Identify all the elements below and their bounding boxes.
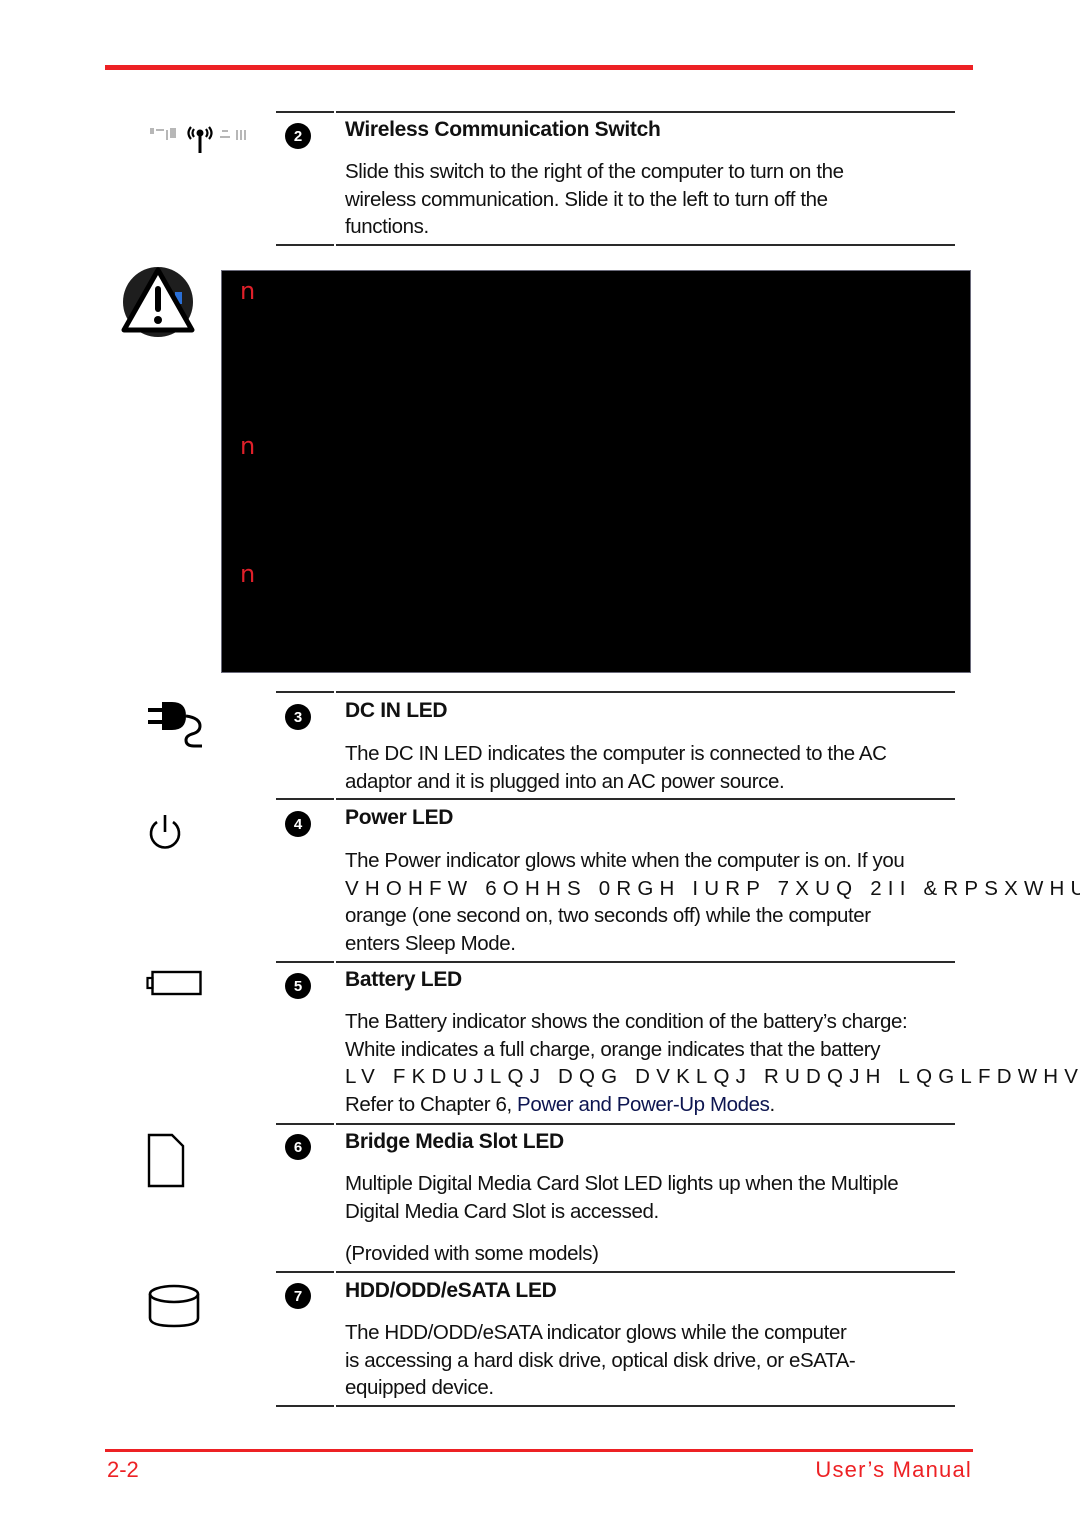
hard-disk-icon — [146, 1282, 202, 1335]
item-description: The DC IN LED indicates the computer is … — [345, 742, 887, 793]
table-rule — [276, 244, 334, 246]
dc-in-plug-icon — [146, 700, 208, 755]
item-number-badge: 5 — [285, 973, 311, 999]
item-description: The Power indicator glows white when the… — [345, 849, 1080, 955]
item-number-badge: 7 — [285, 1283, 311, 1309]
footer-rule — [105, 1449, 973, 1452]
item-title: Battery LED — [345, 968, 462, 991]
page-number: 2-2 — [107, 1457, 139, 1482]
manual-title: User’s Manual — [815, 1457, 972, 1482]
item-description: The HDD/ODD/eSATA indicator glows while … — [345, 1321, 856, 1399]
item-description: The Battery indicator shows the conditio… — [345, 1010, 1080, 1116]
item-title: HDD/ODD/eSATA LED — [345, 1279, 557, 1302]
warning-bullet: n — [240, 432, 256, 460]
warning-bullet: n — [240, 277, 256, 305]
table-rule — [276, 1123, 334, 1125]
table-rule — [336, 691, 955, 693]
warning-bullet: n — [240, 560, 256, 588]
table-rule — [336, 1271, 955, 1273]
table-rule — [276, 1405, 334, 1407]
table-rule — [336, 1123, 955, 1125]
table-rule — [336, 244, 955, 246]
table-rule — [276, 961, 334, 963]
item-description: Slide this switch to the right of the co… — [345, 160, 844, 238]
warning-icon — [120, 266, 196, 345]
item-number-badge: 4 — [285, 811, 311, 837]
table-rule — [276, 111, 334, 113]
item-title: Bridge Media Slot LED — [345, 1130, 564, 1153]
table-rule — [276, 1271, 334, 1273]
item-title: Wireless Communication Switch — [345, 118, 661, 141]
item-title: Power LED — [345, 806, 454, 829]
table-rule — [336, 111, 955, 113]
item-description: Multiple Digital Media Card Slot LED lig… — [345, 1172, 899, 1223]
item-number-badge: 2 — [285, 123, 311, 149]
item-number-badge: 3 — [285, 704, 311, 730]
warning-box: n n n — [221, 270, 971, 673]
power-icon — [146, 812, 184, 857]
item-number-badge: 6 — [285, 1134, 311, 1160]
table-rule — [336, 798, 955, 800]
table-rule — [276, 691, 334, 693]
chapter-link[interactable]: Power and Power-Up Modes — [517, 1093, 770, 1116]
item-note: (Provided with some models) — [345, 1242, 599, 1265]
media-card-icon — [146, 1133, 186, 1194]
wireless-antenna-icon — [146, 120, 254, 161]
header-rule — [105, 65, 973, 70]
table-rule — [276, 798, 334, 800]
table-rule — [336, 1405, 955, 1407]
battery-icon — [146, 970, 204, 1003]
item-title: DC IN LED — [345, 699, 448, 722]
table-rule — [336, 961, 955, 963]
